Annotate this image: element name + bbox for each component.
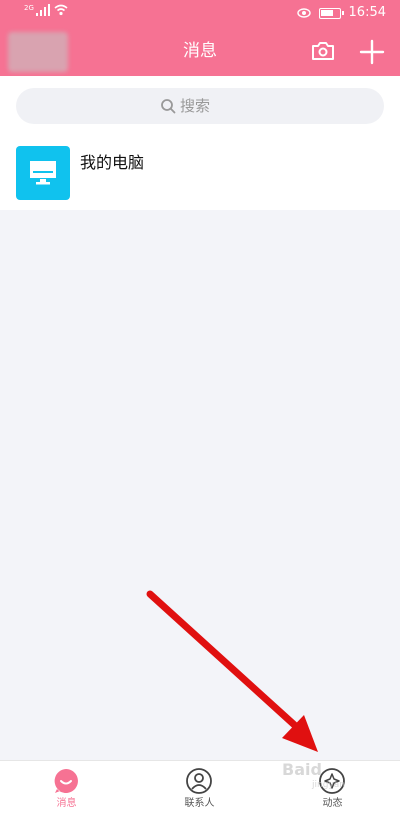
tab-label: 联系人 <box>184 798 215 809</box>
search-bar[interactable] <box>16 88 384 124</box>
conversation-list: 我的电脑 <box>0 134 400 210</box>
signal-icon <box>35 4 50 16</box>
contacts-icon <box>186 768 212 794</box>
search-icon <box>161 99 176 114</box>
plus-icon <box>359 39 385 65</box>
app-header: 消息 <box>0 28 400 76</box>
computer-icon <box>16 146 70 200</box>
status-bar: 2G 16:54 <box>0 0 400 28</box>
list-item[interactable]: 我的电脑 <box>0 134 400 210</box>
message-bubble-icon <box>54 769 78 793</box>
tab-contacts[interactable]: 联系人 <box>133 761 266 816</box>
watermark: Baid <box>282 760 322 779</box>
eye-icon <box>296 8 311 18</box>
tab-label: 动态 <box>322 798 343 809</box>
search-section <box>0 76 400 134</box>
wifi-icon <box>54 4 68 16</box>
conversation-title: 我的电脑 <box>80 153 145 172</box>
status-left: 2G <box>24 4 68 16</box>
tab-messages[interactable]: 消息 <box>0 761 133 816</box>
status-right: 16:54 <box>296 5 386 21</box>
status-time: 16:54 <box>348 5 386 20</box>
tab-label: 消息 <box>56 798 77 809</box>
battery-icon <box>318 7 344 19</box>
add-button[interactable] <box>358 38 386 66</box>
watermark-sub: jingyan <box>312 780 345 790</box>
camera-icon <box>312 42 334 60</box>
page-title: 消息 <box>183 41 217 61</box>
network-type: 2G <box>24 4 34 12</box>
camera-button[interactable] <box>310 38 336 64</box>
search-input[interactable] <box>180 97 240 115</box>
